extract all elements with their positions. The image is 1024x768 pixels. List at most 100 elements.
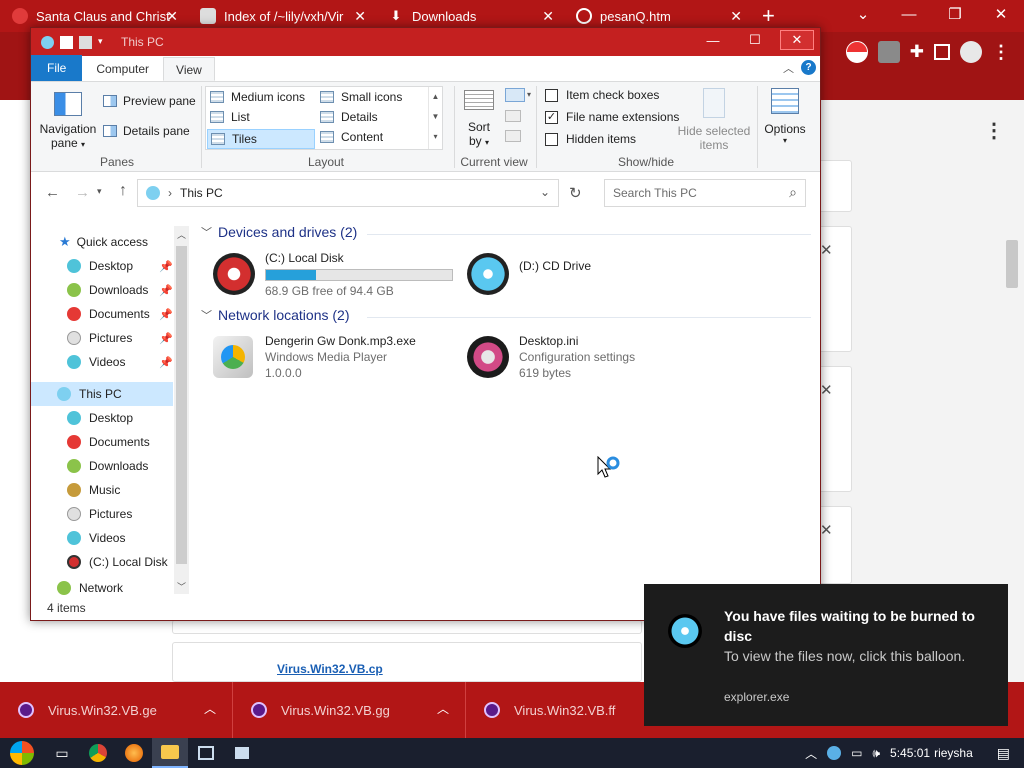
tab-computer[interactable]: Computer <box>82 57 163 81</box>
layout-tiles[interactable]: Tiles <box>207 129 315 149</box>
help-icon[interactable]: ? <box>801 60 816 75</box>
network-tile-ini[interactable]: Desktop.ini Configuration settings 619 b… <box>467 333 635 381</box>
chevron-up-icon[interactable]: ︿ <box>204 700 216 717</box>
nav-item-documents[interactable]: Documents 📌 <box>31 302 173 326</box>
more-icon[interactable]: ⋮ <box>992 42 1010 63</box>
search-input[interactable]: Search This PC ⌕ <box>604 179 806 207</box>
layout-details[interactable]: Details <box>320 110 378 124</box>
drive-tile-d[interactable]: (D:) CD Drive <box>467 250 591 298</box>
hidden-items-toggle[interactable]: Hidden items <box>545 132 636 146</box>
download-link[interactable]: Virus.Win32.VB.cp <box>277 662 383 676</box>
burn-disc-balloon[interactable]: You have files waiting to be burned to d… <box>644 584 1008 726</box>
file-name-extensions-toggle[interactable]: ✓ File name extensions <box>545 110 679 124</box>
nav-item-videos[interactable]: Videos 📌 <box>31 350 173 374</box>
tab-view[interactable]: View <box>163 57 215 81</box>
recent-locations-icon[interactable]: ▾ <box>97 186 102 197</box>
nav-pc-local-disk[interactable]: (C:) Local Disk <box>31 550 173 574</box>
group-header-devices[interactable]: ﹀ Devices and drives (2) <box>201 224 357 240</box>
close-button[interactable]: ✕ <box>780 30 814 50</box>
refresh-icon[interactable]: ↻ <box>569 184 582 202</box>
scroll-up-icon[interactable]: ︿ <box>177 228 186 241</box>
nav-pc-desktop[interactable]: Desktop <box>31 406 173 430</box>
app-taskbar-button[interactable] <box>188 738 224 768</box>
title-bar[interactable]: ▾ This PC — ☐ ✕ <box>31 28 820 56</box>
close-icon[interactable]: ✕ <box>166 8 178 25</box>
breadcrumb-this-pc[interactable]: This PC <box>180 186 223 200</box>
close-icon[interactable]: ✕ <box>542 8 554 25</box>
nav-item-downloads[interactable]: Downloads 📌 <box>31 278 173 302</box>
layout-scroll[interactable]: ▲ ▼ ▾ <box>428 87 442 149</box>
address-bar[interactable]: › This PC ⌄ <box>137 179 559 207</box>
close-icon[interactable]: ✕ <box>730 8 742 25</box>
page-scrollbar-thumb[interactable] <box>1006 240 1018 288</box>
flag-icon[interactable] <box>845 41 868 63</box>
new-folder-icon[interactable] <box>79 35 92 49</box>
checkbox-checked[interactable]: ✓ <box>545 110 558 124</box>
up-arrow-icon[interactable]: ↑ <box>119 182 127 200</box>
chevron-down-icon[interactable]: ▾ <box>98 36 111 49</box>
layout-content[interactable]: Content <box>320 130 383 144</box>
extension-s-icon[interactable] <box>877 41 900 63</box>
item-check-boxes-toggle[interactable]: Item check boxes <box>545 88 659 102</box>
network-tile-exe[interactable]: Dengerin Gw Donk.mp3.exe Windows Media P… <box>213 333 416 381</box>
layout-list[interactable]: List <box>210 110 250 124</box>
hide-selected-items-button[interactable]: Hide selected items <box>675 88 753 152</box>
chrome-taskbar-button[interactable] <box>80 738 116 768</box>
back-arrow-icon[interactable]: ← <box>45 184 60 201</box>
restore-icon[interactable]: ❐ <box>932 0 978 32</box>
preview-pane-button[interactable]: Preview pane <box>103 94 196 108</box>
download-item[interactable]: Virus.Win32.VB.gg ︿ <box>233 682 466 738</box>
chevron-down-icon[interactable]: ⌄ <box>540 185 550 199</box>
new-tab-icon[interactable]: + <box>762 3 782 29</box>
sort-by-button[interactable]: Sort by ▾ <box>461 90 497 148</box>
app-taskbar-button[interactable] <box>224 738 260 768</box>
nav-item-pictures[interactable]: Pictures 📌 <box>31 326 173 350</box>
properties-icon[interactable] <box>60 35 73 49</box>
chevron-down-icon[interactable]: ⌄ <box>840 0 886 32</box>
close-icon[interactable]: ✕ <box>354 8 366 25</box>
chevron-down-icon[interactable]: ▾ <box>527 90 531 99</box>
scroll-down-icon[interactable]: ﹀ <box>177 580 186 593</box>
chevron-up-icon[interactable]: ︿ <box>437 700 449 717</box>
nav-quick-access[interactable]: ★ Quick access <box>31 230 173 254</box>
task-view-button[interactable]: ▭ <box>44 738 80 768</box>
nav-network[interactable]: Network <box>31 576 173 596</box>
nav-scrollbar-thumb[interactable] <box>176 246 187 564</box>
add-columns-icon[interactable] <box>505 110 521 122</box>
checkbox[interactable] <box>545 132 558 146</box>
network-icon[interactable]: ▭ <box>851 746 862 760</box>
search-icon[interactable]: ⌕ <box>789 184 797 201</box>
minimize-button[interactable]: — <box>696 30 730 50</box>
nav-item-desktop[interactable]: Desktop 📌 <box>31 254 173 278</box>
disc-icon[interactable] <box>827 746 842 760</box>
close-icon[interactable]: ✕ <box>820 241 833 259</box>
tab-file[interactable]: File <box>31 55 83 81</box>
nav-pc-videos[interactable]: Videos <box>31 526 173 550</box>
minimize-icon[interactable]: — <box>886 0 932 32</box>
close-icon[interactable]: ✕ <box>978 0 1024 32</box>
profile-icon[interactable] <box>960 41 982 63</box>
nav-this-pc[interactable]: This PC <box>31 382 173 406</box>
more-options-icon[interactable]: ⋮ <box>984 118 1004 143</box>
nav-pc-music[interactable]: Music <box>31 478 173 502</box>
chevron-up-icon[interactable]: ︿ <box>783 60 794 76</box>
layout-medium-icons[interactable]: Medium icons <box>210 90 305 104</box>
options-button[interactable]: Options ▾ <box>761 88 809 145</box>
volume-icon[interactable]: 🕪 <box>872 746 880 761</box>
chevron-up-icon[interactable]: ︿ <box>805 745 817 762</box>
download-item[interactable]: Virus.Win32.VB.ge ︿ <box>0 682 233 738</box>
forward-arrow-icon[interactable]: → <box>75 184 90 201</box>
group-by-icon[interactable] <box>505 88 525 102</box>
breadcrumb-chevron-icon[interactable]: › <box>168 186 172 200</box>
layout-small-icons[interactable]: Small icons <box>320 90 402 104</box>
close-icon[interactable]: ✕ <box>820 521 833 539</box>
details-pane-button[interactable]: Details pane <box>103 124 190 138</box>
nav-pc-downloads[interactable]: Downloads <box>31 454 173 478</box>
maximize-button[interactable]: ☐ <box>738 30 772 50</box>
navigation-pane-button[interactable]: Navigation pane ▾ <box>39 86 97 150</box>
sidebar-icon[interactable] <box>934 44 950 60</box>
notifications-icon[interactable]: ▤ <box>997 745 1010 762</box>
drive-tile-c[interactable]: (C:) Local Disk 68.9 GB free of 94.4 GB <box>213 250 453 299</box>
clock-time[interactable]: 5:45:01 <box>890 746 930 760</box>
size-columns-icon[interactable] <box>505 130 521 142</box>
